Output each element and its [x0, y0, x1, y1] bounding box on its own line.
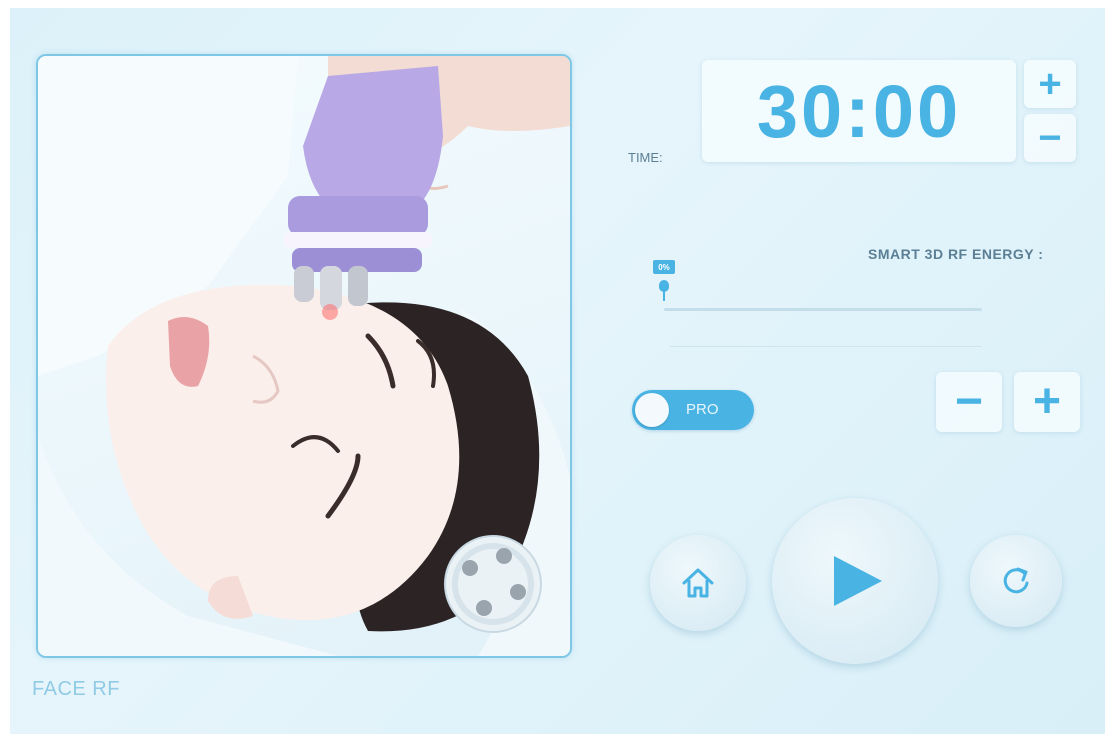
plus-icon: +	[1032, 375, 1062, 428]
toggle-knob	[635, 393, 669, 427]
play-icon	[834, 556, 882, 606]
energy-percent-label: 0%	[653, 260, 675, 274]
mode-label: FACE RF	[32, 678, 120, 700]
home-icon	[682, 568, 714, 598]
device-screen: FACE RF TIME: 30:00 + − SMART 3D RF ENER…	[10, 8, 1105, 734]
time-display: 30:00	[702, 60, 1016, 162]
time-value: 30:00	[756, 69, 962, 153]
face-treatment-illustration	[38, 56, 570, 656]
refresh-icon	[1003, 567, 1029, 594]
energy-increase-button[interactable]: +	[1014, 372, 1080, 432]
slider-stem	[663, 291, 665, 301]
pro-toggle-label: PRO	[686, 401, 719, 418]
slider-divider	[670, 346, 982, 347]
energy-label: SMART 3D RF ENERGY :	[868, 246, 1044, 262]
energy-slider-track[interactable]	[664, 308, 982, 311]
time-decrease-button[interactable]: −	[1024, 114, 1076, 162]
minus-icon: −	[954, 375, 984, 428]
energy-decrease-button[interactable]: −	[936, 372, 1002, 432]
plus-icon: +	[1038, 62, 1062, 106]
treatment-photo	[36, 54, 572, 658]
time-label: TIME:	[628, 150, 663, 165]
time-increase-button[interactable]: +	[1024, 60, 1076, 108]
energy-slider-thumb[interactable]: 0%	[651, 260, 679, 302]
home-button[interactable]	[650, 535, 746, 631]
reset-button[interactable]	[970, 535, 1062, 627]
minus-icon: −	[1038, 116, 1062, 160]
play-button[interactable]	[772, 498, 938, 664]
pro-toggle[interactable]: PRO	[632, 390, 754, 430]
